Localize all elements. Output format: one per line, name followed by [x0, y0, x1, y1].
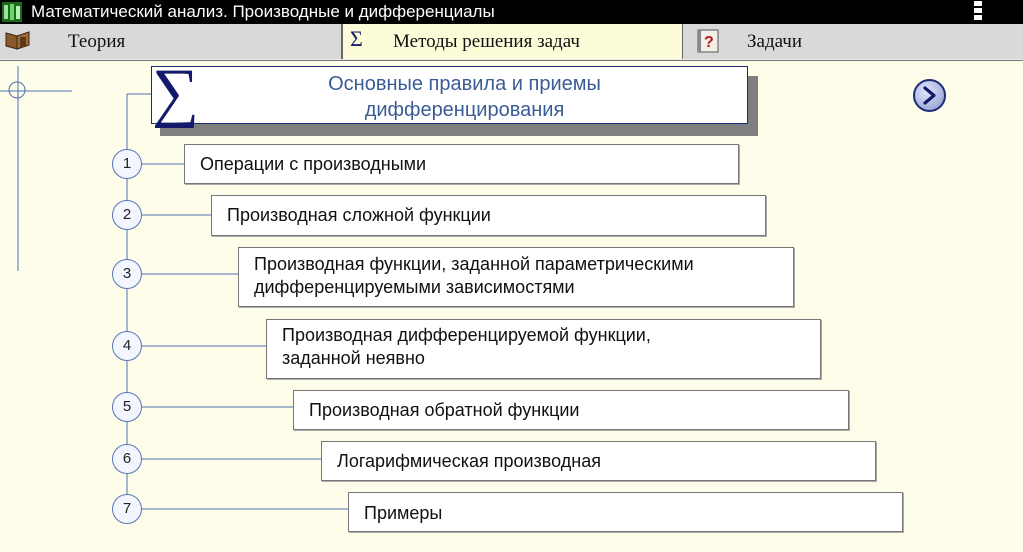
- title-bar: Математический анализ. Производные и диф…: [0, 0, 1023, 24]
- content-area: ∑ Основные правила и приемы дифференциро…: [0, 60, 1023, 552]
- item-label: Примеры: [364, 502, 442, 525]
- item-number-2[interactable]: 2: [112, 200, 142, 230]
- page-title: Основные правила и приемы дифференцирова…: [302, 71, 627, 123]
- item-label-line: Производная сложной функции: [227, 205, 491, 225]
- tab-tasks-label: Задачи: [747, 31, 803, 52]
- item-composite-function-derivative[interactable]: Производная сложной функции: [211, 195, 766, 236]
- item-label-line: дифференцируемыми зависимостями: [254, 277, 575, 297]
- item-label: Операции с производными: [200, 153, 426, 176]
- item-number-5[interactable]: 5: [112, 392, 142, 422]
- tab-tasks[interactable]: ? Задачи: [683, 24, 1023, 59]
- item-operations-with-derivatives[interactable]: Операции с производными: [184, 144, 739, 184]
- item-label-line: Производная дифференцируемой функции,: [282, 325, 651, 345]
- item-number-4[interactable]: 4: [112, 331, 142, 361]
- item-label-line: Производная обратной функции: [309, 400, 580, 420]
- item-number-7[interactable]: 7: [112, 494, 142, 524]
- tab-theory[interactable]: Теория: [0, 24, 342, 59]
- item-label: Логарифмическая производная: [337, 450, 601, 473]
- item-number-3[interactable]: 3: [112, 259, 142, 289]
- item-label-line: Логарифмическая производная: [337, 451, 601, 471]
- app-icon: [2, 2, 22, 22]
- item-label-line: Производная функции, заданной параметрич…: [254, 254, 694, 274]
- item-inverse-function-derivative[interactable]: Производная обратной функции: [293, 390, 849, 430]
- page-title-line-2: дифференцирования: [364, 99, 565, 121]
- sigma-logo-icon: ∑: [152, 56, 200, 129]
- header-box: ∑ Основные правила и приемы дифференциро…: [151, 60, 748, 126]
- sigma-icon: Σ: [350, 26, 363, 51]
- tab-methods-label: Методы решения задач: [393, 31, 580, 52]
- chevron-right-icon: [923, 86, 936, 105]
- item-label-line: Операции с производными: [200, 154, 427, 174]
- item-number-6[interactable]: 6: [112, 444, 142, 474]
- item-label: Производная сложной функции: [227, 204, 491, 227]
- item-implicit-function-derivative[interactable]: Производная дифференцируемой функции, за…: [266, 319, 821, 379]
- tab-theory-label: Теория: [68, 31, 126, 52]
- tab-methods[interactable]: Σ Методы решения задач: [342, 24, 683, 59]
- item-number-1[interactable]: 1: [112, 149, 142, 179]
- next-button[interactable]: [913, 79, 946, 112]
- svg-text:?: ?: [704, 34, 714, 51]
- item-examples[interactable]: Примеры: [348, 492, 903, 532]
- item-label-line: заданной неявно: [282, 348, 425, 368]
- item-label-line: Примеры: [364, 503, 443, 523]
- item-label: Производная функции, заданной параметрич…: [254, 253, 694, 299]
- window-title: Математический анализ. Производные и диф…: [31, 2, 495, 21]
- page-title-line-1: Основные правила и приемы: [328, 73, 601, 95]
- item-label: Производная обратной функции: [309, 399, 579, 422]
- window-menu-icon[interactable]: [974, 1, 982, 23]
- question-book-icon: ?: [697, 29, 719, 53]
- item-label: Производная дифференцируемой функции, за…: [282, 324, 651, 370]
- book-icon: [5, 31, 30, 50]
- item-logarithmic-derivative[interactable]: Логарифмическая производная: [321, 441, 876, 481]
- item-parametric-function-derivative[interactable]: Производная функции, заданной параметрич…: [238, 247, 794, 307]
